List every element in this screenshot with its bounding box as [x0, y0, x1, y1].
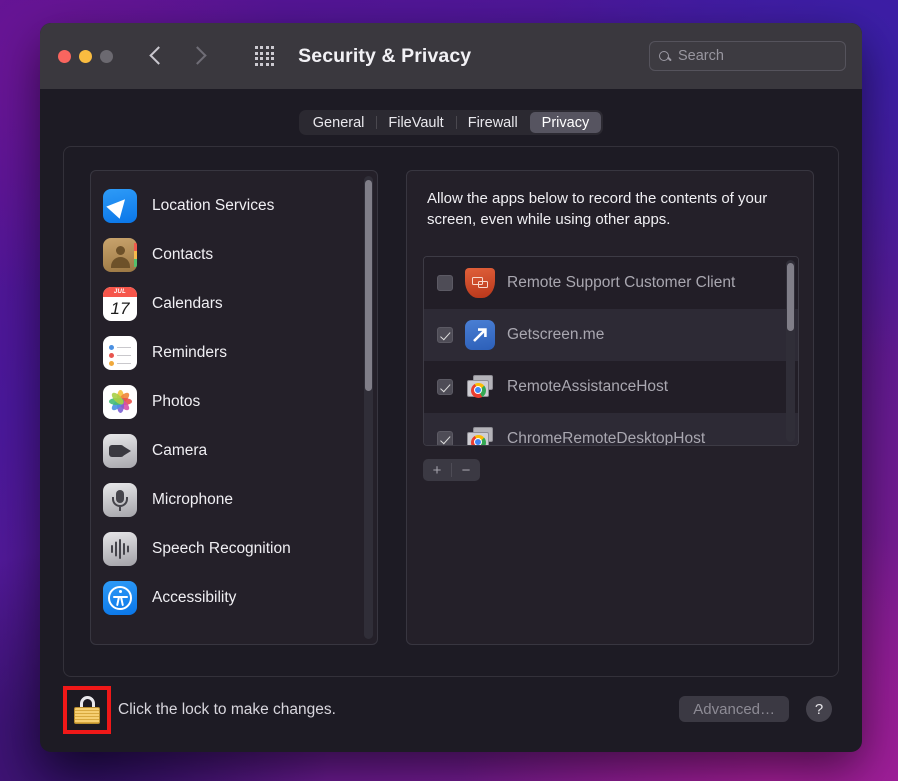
sidebar-item-label: Microphone: [152, 490, 233, 508]
zoom-button[interactable]: [100, 49, 113, 63]
app-checkbox[interactable]: [437, 431, 453, 445]
sidebar-item-label: Accessibility: [152, 588, 237, 606]
table-row[interactable]: ChromeRemoteDesktopHost: [424, 413, 798, 446]
footer-bar: Click the lock to make changes. Advanced…: [40, 677, 862, 752]
grid-icon[interactable]: [255, 46, 275, 66]
sidebar-item-accessibility[interactable]: Accessibility: [91, 573, 377, 622]
calendar-month-label: JUL: [103, 286, 137, 297]
sidebar-item-label: Location Services: [152, 196, 275, 214]
search-field[interactable]: [649, 41, 846, 71]
sidebar-item-label: Speech Recognition: [152, 539, 291, 557]
app-permission-list: Remote Support Customer Client Getscreen…: [423, 256, 799, 446]
sidebar-item-location-services[interactable]: Location Services: [91, 181, 377, 230]
table-row[interactable]: RemoteAssistanceHost: [424, 361, 798, 413]
sidebar-scrollbar-thumb[interactable]: [365, 180, 372, 391]
sidebar-item-microphone[interactable]: Microphone: [91, 475, 377, 524]
app-checkbox[interactable]: [437, 327, 453, 343]
location-services-icon: [103, 188, 137, 223]
app-name: Getscreen.me: [507, 326, 605, 343]
arrow-up-right-icon: [473, 328, 487, 342]
table-row[interactable]: Getscreen.me: [424, 309, 798, 361]
help-button[interactable]: ?: [806, 696, 832, 722]
microphone-icon: [103, 482, 137, 517]
app-checkbox[interactable]: [437, 275, 453, 291]
lock-icon[interactable]: [74, 696, 100, 724]
calendars-icon: JUL 17: [103, 286, 137, 321]
add-app-button[interactable]: +: [423, 459, 451, 481]
app-name: RemoteAssistanceHost: [507, 378, 669, 395]
page-title: Security & Privacy: [298, 44, 472, 67]
window-titlebar: Security & Privacy: [40, 23, 862, 89]
traffic-lights: [58, 49, 113, 63]
navigation-controls: [149, 46, 275, 66]
tab-bar: General FileVault Firewall Privacy: [40, 89, 862, 135]
lock-hint-text: Click the lock to make changes.: [118, 701, 336, 718]
accessibility-icon: [103, 580, 137, 615]
sidebar-item-label: Contacts: [152, 245, 214, 263]
forward-chevron-icon[interactable]: [188, 46, 207, 66]
tab-privacy[interactable]: Privacy: [529, 112, 602, 133]
table-row[interactable]: Remote Support Customer Client: [424, 257, 798, 309]
add-remove-segmented-control: + −: [423, 459, 480, 481]
sidebar-item-label: Photos: [152, 392, 201, 410]
sidebar-item-speech-recognition[interactable]: Speech Recognition: [91, 524, 377, 573]
app-name: Remote Support Customer Client: [507, 274, 736, 291]
getscreen-arrow-icon: [465, 320, 495, 350]
window-body: General FileVault Firewall Privacy Locat…: [40, 89, 862, 752]
camera-icon: [103, 433, 137, 468]
reminders-icon: [103, 335, 137, 370]
screen-recording-panel: Allow the apps below to record the conte…: [406, 170, 814, 645]
chrome-window-icon: [465, 372, 495, 402]
calendar-day-label: 17: [110, 298, 130, 318]
privacy-group-box: Location Services Contacts JUL 17 Calend…: [63, 146, 839, 677]
panel-description: Allow the apps below to record the conte…: [427, 190, 768, 228]
speech-recognition-icon: [103, 531, 137, 566]
privacy-category-sidebar: Location Services Contacts JUL 17 Calend…: [90, 170, 378, 645]
close-button[interactable]: [58, 49, 71, 63]
lock-annotation-highlight: [63, 686, 111, 734]
sidebar-item-contacts[interactable]: Contacts: [91, 230, 377, 279]
sidebar-item-label: Calendars: [152, 294, 223, 312]
remove-app-button[interactable]: −: [452, 459, 480, 481]
back-chevron-icon[interactable]: [149, 46, 168, 66]
app-checkbox[interactable]: [437, 379, 453, 395]
sidebar-item-reminders[interactable]: Reminders: [91, 328, 377, 377]
advanced-button[interactable]: Advanced…: [679, 696, 789, 722]
search-input[interactable]: [678, 48, 828, 64]
sidebar-item-calendars[interactable]: JUL 17 Calendars: [91, 279, 377, 328]
contacts-icon: [103, 237, 137, 272]
sidebar-item-camera[interactable]: Camera: [91, 426, 377, 475]
search-icon: [659, 51, 669, 61]
sidebar-item-photos[interactable]: Photos: [91, 377, 377, 426]
minimize-button[interactable]: [79, 49, 92, 63]
chrome-window-icon: [465, 424, 495, 445]
sidebar-item-label: Reminders: [152, 343, 227, 361]
tab-general[interactable]: General: [301, 112, 377, 133]
security-privacy-window: Security & Privacy General FileVault Fir…: [40, 23, 862, 752]
sidebar-list: Location Services Contacts JUL 17 Calend…: [91, 171, 377, 622]
app-name: ChromeRemoteDesktopHost: [507, 430, 706, 446]
sidebar-item-label: Camera: [152, 441, 208, 459]
photos-icon: [103, 384, 137, 419]
remote-support-shield-icon: [465, 268, 495, 298]
tab-filevault[interactable]: FileVault: [376, 112, 455, 133]
tab-firewall[interactable]: Firewall: [455, 112, 530, 133]
app-list-scrollbar-thumb[interactable]: [787, 263, 794, 331]
